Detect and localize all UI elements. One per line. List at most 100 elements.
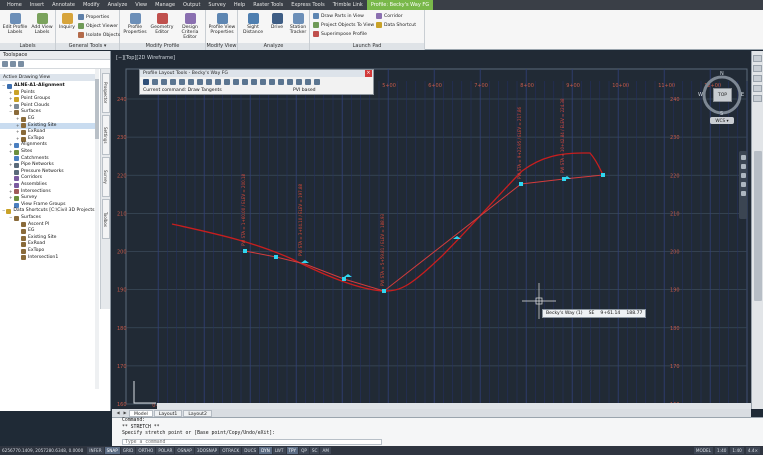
tree-item[interactable]: Existing Site: [0, 235, 96, 242]
tree-item[interactable]: − ALNE-A1-Alignment: [0, 83, 96, 90]
close-icon[interactable]: ×: [365, 70, 372, 77]
tree-item[interactable]: + Existing Site: [0, 122, 96, 130]
layout-tool-icon[interactable]: [305, 78, 311, 85]
tree-item[interactable]: + Point Clouds: [0, 103, 96, 110]
first-layout-arrow-icon[interactable]: ◀: [115, 410, 121, 416]
viewport-scale[interactable]: 1:40: [730, 447, 744, 454]
edit-profile-labels-button[interactable]: Edit Profile Labels: [2, 13, 28, 35]
layout-tool-icon[interactable]: [269, 78, 275, 85]
tree-item[interactable]: + EG: [0, 116, 96, 123]
tree-item[interactable]: − Data Shortcuts [C:\Civil 3D Projects...: [0, 208, 99, 215]
status-toggle-lwt[interactable]: LWT: [272, 447, 286, 454]
tree-item[interactable]: ExRoad: [0, 241, 96, 248]
inquiry-button[interactable]: Inquiry: [58, 13, 76, 30]
layout-tool-icon[interactable]: [215, 78, 221, 85]
layout-tool-icon[interactable]: [188, 78, 194, 85]
tree-item[interactable]: + Sites: [0, 149, 96, 156]
layout-tool-icon[interactable]: [224, 78, 230, 85]
tree-item[interactable]: + ExRoad: [0, 129, 96, 136]
status-toggle-dyn[interactable]: DYN: [259, 447, 272, 454]
corridor-button[interactable]: Corridor: [376, 13, 403, 19]
orbit-icon[interactable]: [740, 182, 746, 187]
expand-icon[interactable]: +: [16, 116, 20, 123]
ribbon-tab-manage[interactable]: Manage: [151, 0, 179, 10]
toolspace-tool-icon[interactable]: [10, 61, 16, 67]
zoom-icon[interactable]: [740, 173, 746, 178]
layout-tool-icon[interactable]: [278, 78, 284, 85]
drawing-canvas[interactable]: 240 240 230 230 220 220 210 210 200 200 190 190 180 1…: [112, 51, 751, 409]
compass-east[interactable]: E: [741, 92, 744, 98]
status-toggle-3dosnap[interactable]: 3DOSNAP: [194, 447, 220, 454]
tool-palette-icon[interactable]: [753, 95, 762, 102]
compass-north[interactable]: N: [720, 71, 724, 77]
layout-tool-icon[interactable]: [179, 78, 185, 85]
command-input[interactable]: Type a command: [122, 438, 382, 445]
tree-item[interactable]: + Survey: [0, 195, 96, 202]
geometry-editor-button[interactable]: Geometry Editor: [150, 13, 174, 35]
tree-item[interactable]: + Assemblies: [0, 182, 96, 189]
ribbon-tab-view[interactable]: View: [131, 0, 151, 10]
toolspace-tool-icon[interactable]: [2, 61, 8, 67]
viewcube-top-face[interactable]: TOP: [713, 88, 732, 102]
sight-distance-button[interactable]: Sight Distance: [239, 13, 267, 35]
annotation-scale[interactable]: 1:40: [715, 447, 729, 454]
profile-layout-tools-title[interactable]: Profile Layout Tools - Becky's Way FG ×: [140, 70, 373, 77]
scroll-thumb[interactable]: [754, 151, 762, 301]
status-toggle-otrack[interactable]: OTRACK: [220, 447, 242, 454]
toolspace-tab-toolbox[interactable]: Toolbox: [102, 199, 110, 239]
tree-item[interactable]: Intersection1: [0, 255, 96, 262]
tree-item[interactable]: + Intersections: [0, 189, 96, 196]
tree-item[interactable]: − Surfaces: [0, 215, 96, 222]
status-toggle-ducs[interactable]: DUCS: [242, 447, 259, 454]
layout-tab-layout2[interactable]: Layout2: [183, 409, 212, 417]
toolspace-tab-survey[interactable]: Survey: [102, 157, 110, 197]
status-toggle-infer[interactable]: INFER: [87, 447, 104, 454]
isolate-objects-button[interactable]: Isolate Objects: [78, 32, 120, 38]
layout-tool-icon[interactable]: [287, 78, 293, 85]
pvi-grip[interactable]: [601, 173, 605, 177]
tree-item[interactable]: Pressure Networks: [0, 169, 96, 176]
layout-tool-icon[interactable]: [233, 78, 239, 85]
superimpose-profile-button[interactable]: Superimpose Profile: [313, 31, 367, 37]
collapse-icon[interactable]: −: [2, 83, 6, 90]
ribbon-tab-annotate[interactable]: Annotate: [48, 0, 79, 10]
expand-icon[interactable]: +: [9, 162, 13, 169]
layout-tool-icon[interactable]: [296, 78, 302, 85]
expand-icon[interactable]: +: [9, 182, 13, 189]
ribbon-tab-insert[interactable]: Insert: [26, 0, 48, 10]
expand-icon[interactable]: +: [9, 189, 13, 196]
pvi-grip[interactable]: [274, 255, 278, 259]
layout-tab-layout1[interactable]: Layout1: [153, 409, 183, 417]
tree-item[interactable]: + ExTopo: [0, 136, 96, 143]
tree-item[interactable]: − Surfaces: [0, 109, 96, 116]
tree-item[interactable]: Corridors: [0, 175, 96, 182]
ribbon-tab-output[interactable]: Output: [179, 0, 204, 10]
tree-item[interactable]: EG: [0, 228, 96, 235]
toolspace-tab-prospector[interactable]: Prospector: [102, 73, 110, 113]
profile-view-graph[interactable]: 240 240 230 230 220 220 210 210 200 200 190 190 180 1…: [112, 51, 751, 409]
expand-icon[interactable]: +: [16, 123, 20, 130]
data-shortcut-button[interactable]: Data Shortcut: [376, 22, 416, 28]
pan-icon[interactable]: [740, 164, 746, 169]
status-toggle-tpy[interactable]: TPY: [286, 447, 299, 454]
drawing-vertical-scrollbar[interactable]: [751, 51, 763, 409]
status-toggle-qp[interactable]: QP: [299, 447, 309, 454]
expand-icon[interactable]: +: [9, 195, 13, 202]
grip-triangle[interactable]: [301, 260, 309, 263]
expand-icon[interactable]: +: [9, 149, 13, 156]
tool-palette-icon[interactable]: [753, 75, 762, 82]
draw-parts-in-view-button[interactable]: Draw Parts in View: [313, 13, 364, 19]
layout-tool-icon[interactable]: [197, 78, 203, 85]
layout-tool-icon[interactable]: [170, 78, 176, 85]
next-layout-arrow-icon[interactable]: ▶: [122, 410, 128, 416]
ribbon-tab-profile-becky-s-way-fg[interactable]: Profile: Becky's Way FG: [366, 0, 434, 10]
project-objects-to-view-button[interactable]: Project Objects To View: [313, 22, 374, 28]
expand-icon[interactable]: +: [16, 129, 20, 136]
layout-tool-icon[interactable]: [260, 78, 266, 85]
expand-icon[interactable]: +: [9, 142, 13, 149]
layout-tool-icon[interactable]: [242, 78, 248, 85]
status-toggle-sc[interactable]: SC: [309, 447, 320, 454]
station-tracker-button[interactable]: Station Tracker: [287, 13, 309, 35]
profile-properties-button[interactable]: Profile Properties: [122, 13, 148, 35]
tree-item[interactable]: + Pipe Networks: [0, 162, 96, 169]
